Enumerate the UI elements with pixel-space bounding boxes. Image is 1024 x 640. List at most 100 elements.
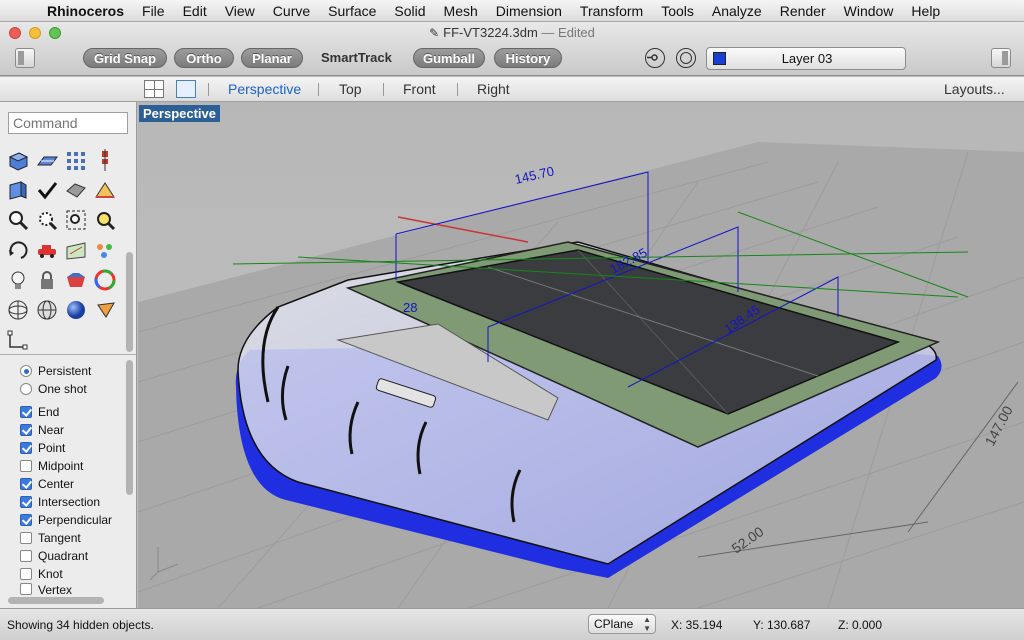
tab-right[interactable]: Right	[477, 77, 510, 102]
car-tool-icon[interactable]	[33, 236, 62, 266]
cplane-label: CPlane	[594, 617, 634, 631]
named-views-tool-icon[interactable]	[91, 236, 120, 266]
align-tool-icon[interactable]	[91, 146, 120, 176]
osnap-knot[interactable]: Knot	[20, 565, 124, 583]
dimension-tool-icon[interactable]	[4, 326, 33, 356]
osnap-label: Intersection	[38, 495, 101, 509]
osnap-label: Quadrant	[38, 549, 89, 563]
osnap-perpendicular[interactable]: Perpendicular	[20, 511, 124, 529]
osnap-midpoint[interactable]: Midpoint	[20, 457, 124, 475]
tab-front[interactable]: Front	[403, 77, 436, 102]
tool-palette-scrollbar[interactable]	[126, 252, 133, 352]
array-tool-icon[interactable]	[62, 146, 91, 176]
menu-edit[interactable]: Edit	[174, 0, 216, 22]
osnap-label: Center	[38, 477, 75, 491]
command-input[interactable]	[8, 112, 128, 134]
tab-top[interactable]: Top	[339, 77, 362, 102]
quadrant-checkbox[interactable]	[20, 550, 32, 562]
four-viewports-icon[interactable]	[144, 80, 164, 98]
near-checkbox[interactable]	[20, 424, 32, 436]
extrude-tool-icon[interactable]	[4, 176, 33, 206]
menu-surface[interactable]: Surface	[319, 0, 385, 22]
osnap-point[interactable]: Point	[20, 439, 124, 457]
gumball-button[interactable]: Gumball	[413, 48, 485, 68]
menu-file[interactable]: File	[133, 0, 174, 22]
vertex-checkbox[interactable]	[20, 583, 32, 595]
globe-tool-icon[interactable]	[33, 296, 62, 326]
point-checkbox[interactable]	[20, 442, 32, 454]
layer-selector[interactable]: Layer 03	[706, 47, 906, 70]
status-message: Showing 34 hidden objects.	[7, 618, 154, 632]
analyze-tool-icon[interactable]	[91, 296, 120, 326]
map-tool-icon[interactable]	[62, 236, 91, 266]
osnap-end[interactable]: End	[20, 403, 124, 421]
history-button[interactable]: History	[494, 48, 562, 68]
solid-box-tool-icon[interactable]	[4, 146, 33, 176]
menu-tools[interactable]: Tools	[652, 0, 703, 22]
osnap-intersection[interactable]: Intersection	[20, 493, 124, 511]
menu-render[interactable]: Render	[771, 0, 835, 22]
planar-button[interactable]: Planar	[241, 48, 303, 68]
toggle-inspector-button[interactable]	[991, 48, 1011, 68]
osnap-tangent[interactable]: Tangent	[20, 529, 124, 547]
layer-name: Layer 03	[781, 51, 833, 66]
check-tool-icon[interactable]	[33, 176, 62, 206]
viewport-label[interactable]: Perspective	[139, 105, 220, 122]
side-panel-scrollbar[interactable]	[8, 597, 104, 604]
zoom-extents-tool-icon[interactable]	[62, 206, 91, 236]
osnap-center[interactable]: Center	[20, 475, 124, 493]
knot-checkbox[interactable]	[20, 568, 32, 580]
layouts-button[interactable]: Layouts...	[944, 77, 1005, 102]
osnap-one-shot[interactable]: One shot	[20, 380, 124, 398]
patch-tool-icon[interactable]	[62, 176, 91, 206]
menu-app[interactable]: Rhinoceros	[38, 0, 133, 22]
one-shot-radio[interactable]	[20, 383, 32, 395]
perpendicular-checkbox[interactable]	[20, 514, 32, 526]
surface-tool-icon[interactable]	[33, 146, 62, 176]
rotate-view-tool-icon[interactable]	[4, 236, 33, 266]
ortho-button[interactable]: Ortho	[174, 48, 234, 68]
smarttrack-button[interactable]: SmartTrack	[321, 48, 392, 68]
cplane-selector[interactable]: CPlane ▲ ▼	[588, 614, 656, 634]
center-checkbox[interactable]	[20, 478, 32, 490]
zoom-window-tool-icon[interactable]	[33, 206, 62, 236]
osnap-persistent[interactable]: Persistent	[20, 362, 124, 380]
side-panel: Persistent One shot End Near Point Midpo…	[0, 102, 137, 608]
intersection-checkbox[interactable]	[20, 496, 32, 508]
osnap-near[interactable]: Near	[20, 421, 124, 439]
zoom-tool-icon[interactable]	[4, 206, 33, 236]
midpoint-checkbox[interactable]	[20, 460, 32, 472]
color-wheel-tool-icon[interactable]	[91, 266, 120, 296]
sweep-tool-icon[interactable]	[91, 176, 120, 206]
target-icon[interactable]	[676, 48, 696, 68]
osnap-label: Tangent	[38, 531, 81, 545]
menu-transform[interactable]: Transform	[571, 0, 652, 22]
sphere-wire-tool-icon[interactable]	[4, 296, 33, 326]
zoom-selected-tool-icon[interactable]	[91, 206, 120, 236]
menu-view[interactable]: View	[216, 0, 264, 22]
menu-curve[interactable]: Curve	[264, 0, 319, 22]
render-sphere-tool-icon[interactable]	[62, 296, 91, 326]
menu-mesh[interactable]: Mesh	[435, 0, 487, 22]
tangent-checkbox[interactable]	[20, 532, 32, 544]
toggle-sidebar-button[interactable]	[15, 48, 35, 68]
perspective-viewport[interactable]: 145.70 182.85 138.45 28 147.00 52.00 Per…	[138, 102, 1024, 608]
menu-solid[interactable]: Solid	[385, 0, 434, 22]
menu-dimension[interactable]: Dimension	[487, 0, 571, 22]
osnap-scrollbar[interactable]	[126, 360, 133, 495]
osnap-quadrant[interactable]: Quadrant	[20, 547, 124, 565]
grid-snap-button[interactable]: Grid Snap	[83, 48, 167, 68]
viewport-canvas[interactable]: 145.70 182.85 138.45 28 147.00 52.00	[138, 102, 1024, 608]
tab-perspective[interactable]: Perspective	[228, 77, 301, 102]
lock-tool-icon[interactable]	[33, 266, 62, 296]
end-checkbox[interactable]	[20, 406, 32, 418]
menu-help[interactable]: Help	[902, 0, 949, 22]
light-tool-icon[interactable]	[4, 266, 33, 296]
persistent-radio[interactable]	[20, 365, 32, 377]
single-viewport-icon[interactable]	[176, 80, 196, 98]
material-tool-icon[interactable]	[62, 266, 91, 296]
osnap-vertex[interactable]: Vertex	[20, 583, 124, 595]
record-icon[interactable]	[645, 48, 665, 68]
menu-window[interactable]: Window	[835, 0, 903, 22]
menu-analyze[interactable]: Analyze	[703, 0, 771, 22]
